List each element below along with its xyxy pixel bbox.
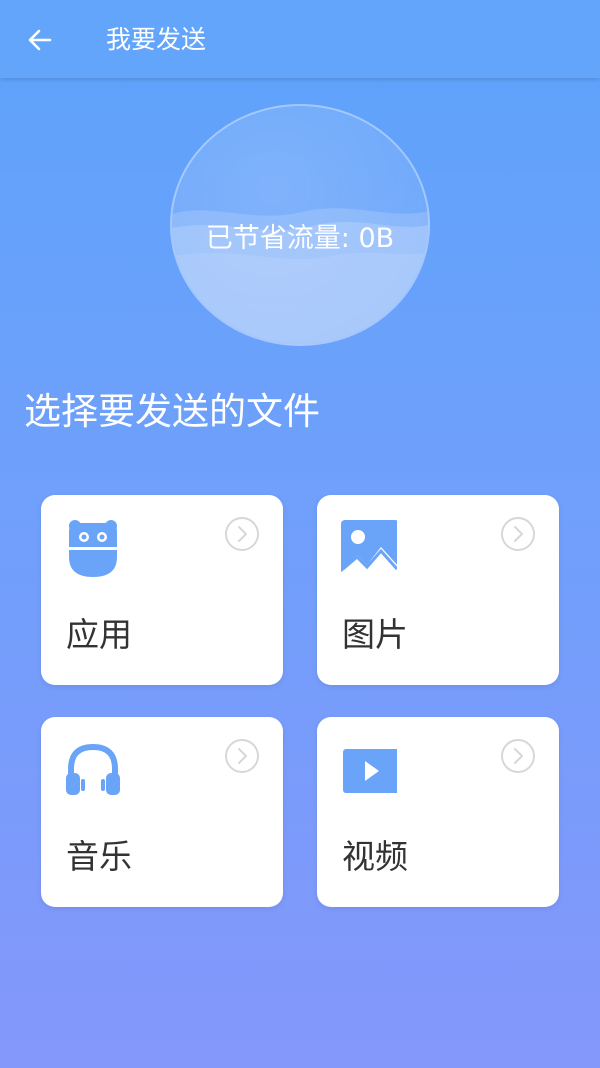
chevron-right-icon [225, 517, 259, 551]
image-icon [341, 520, 397, 574]
top-bar: 我要发送 [0, 0, 600, 78]
category-label: 图片 [342, 615, 408, 654]
category-card-apps[interactable]: 应用 [41, 495, 283, 685]
play-video-icon [343, 749, 397, 793]
traffic-saved-bubble: 已节省流量: 0B [170, 104, 430, 346]
category-card-video[interactable]: 视频 [317, 717, 559, 907]
chevron-right-icon [225, 739, 259, 773]
category-card-pictures[interactable]: 图片 [317, 495, 559, 685]
category-label: 音乐 [66, 837, 132, 876]
headphones-icon [66, 743, 120, 795]
arrow-left-icon [28, 29, 52, 51]
chevron-right-icon [501, 739, 535, 773]
category-card-music[interactable]: 音乐 [41, 717, 283, 907]
android-bot-icon [69, 520, 117, 577]
page-title: 我要发送 [106, 25, 207, 54]
chevron-right-icon [501, 517, 535, 551]
traffic-saved-text: 已节省流量: 0B [205, 223, 395, 254]
category-label: 视频 [342, 837, 408, 876]
back-button[interactable] [22, 22, 58, 58]
category-label: 应用 [66, 615, 132, 654]
section-title: 选择要发送的文件 [24, 390, 320, 433]
